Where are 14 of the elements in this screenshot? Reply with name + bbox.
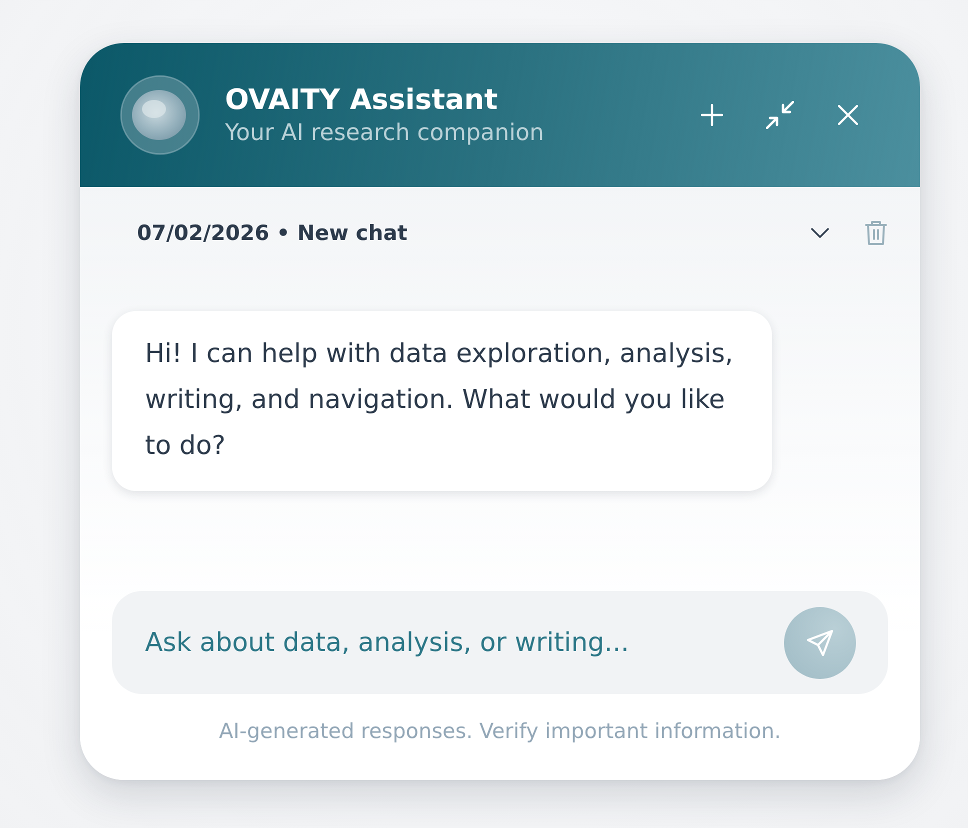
message-input[interactable]: Ask about data, analysis, or writing... — [145, 622, 772, 662]
chevron-icon — [811, 228, 829, 238]
chat-session-title: 07/02/2026 • New chat — [137, 221, 408, 245]
assistant-subtitle: Your AI research companion — [225, 119, 544, 148]
trash-icon — [865, 220, 887, 246]
close-icon — [838, 105, 858, 125]
assistant-message: Hi! I can help with data exploration, analysis, writing, and navigation. What would you like to do? — [112, 311, 772, 491]
message-composer[interactable]: Ask about data, analysis, or writing... — [112, 591, 888, 694]
assistant-title: OVAITY Assistant — [225, 82, 498, 118]
disclaimer-text: AI-generated responses. Verify important information. — [218, 719, 781, 743]
plus-icon — [701, 104, 723, 126]
orb-icon — [120, 75, 200, 155]
minimize-icon — [766, 101, 794, 129]
send-icon — [806, 628, 834, 656]
